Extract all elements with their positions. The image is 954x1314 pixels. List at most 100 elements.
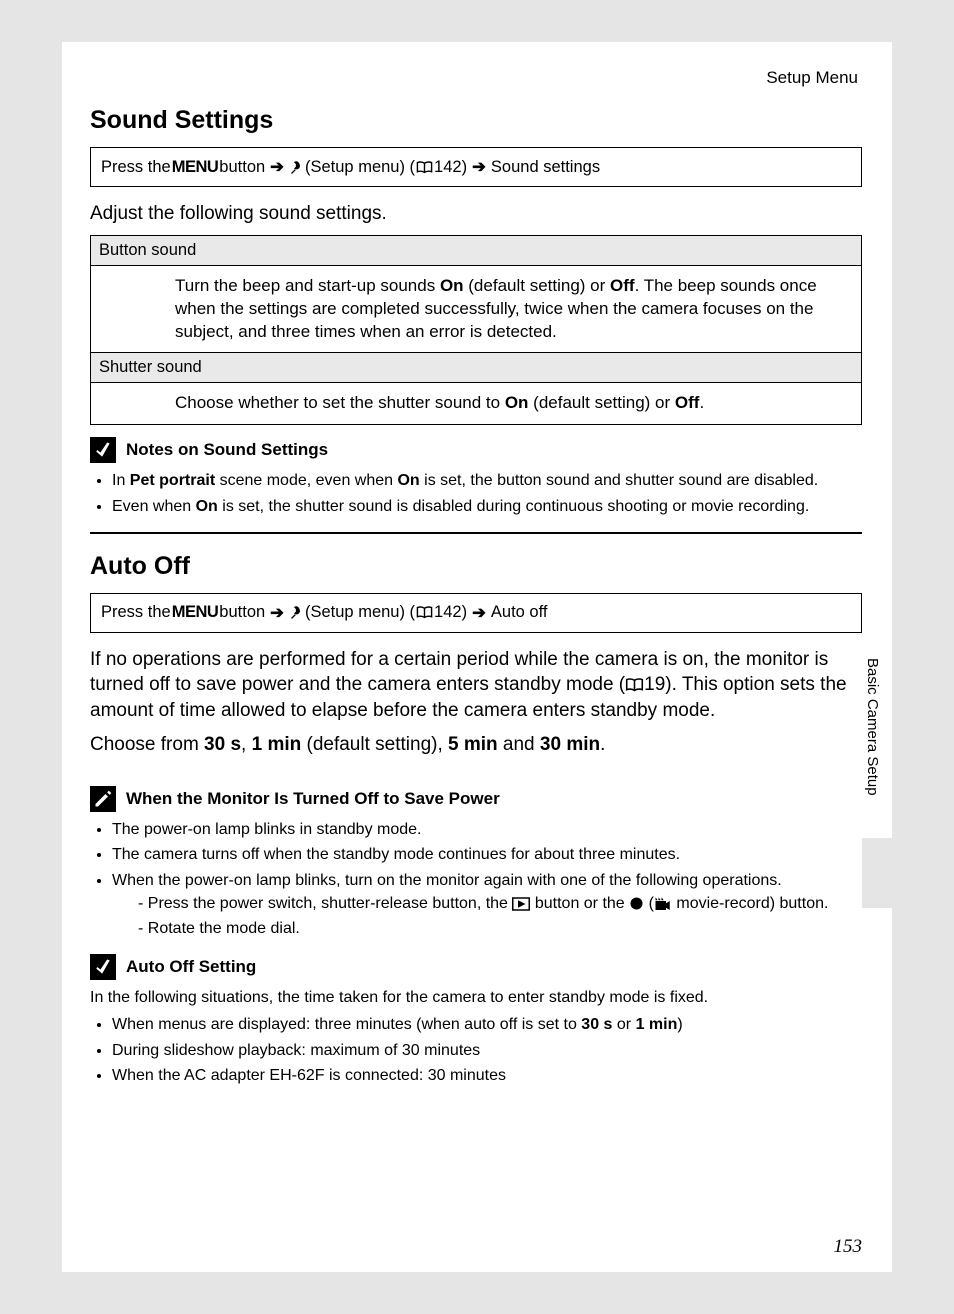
nav-text: Auto off (491, 603, 548, 622)
shutter-sound-header: Shutter sound (91, 353, 862, 383)
nav-text: Press the (101, 603, 171, 622)
text: and (498, 734, 540, 755)
page-content: Setup Menu Sound Settings Press the MENU… (62, 42, 892, 1272)
text: movie-record) button. (672, 895, 829, 912)
movie-record-icon (654, 896, 672, 912)
tip-header: When the Monitor Is Turned Off to Save P… (90, 786, 862, 812)
bold: 30 s (581, 1016, 612, 1033)
text: ( (644, 895, 654, 912)
caution-icon (90, 954, 116, 980)
setting-list: When menus are displayed: three minutes … (90, 1013, 862, 1087)
nav-text: 142) (434, 158, 467, 177)
nav-text: (Setup menu) ( (305, 158, 415, 177)
off-label: Off (675, 393, 700, 412)
text: . (600, 734, 605, 755)
text: (default setting) or (528, 393, 674, 412)
pencil-icon (90, 786, 116, 812)
sound-notes-list: In Pet portrait scene mode, even when On… (90, 469, 862, 517)
text: When the power-on lamp blinks, turn on t… (112, 872, 782, 889)
sound-nav-path: Press the MENU button ➔ (Setup menu) ( 1… (90, 147, 862, 187)
arrow-icon: ➔ (472, 157, 486, 177)
dash-item: - Press the power switch, shutter-releas… (138, 892, 862, 915)
side-tab-indicator (862, 838, 892, 908)
side-tab-label: Basic Camera Setup (864, 658, 881, 796)
text: - Press the power switch, shutter-releas… (138, 895, 512, 912)
text: Choose from (90, 734, 204, 755)
nav-text: button (219, 158, 265, 177)
text: Even when (112, 498, 196, 515)
text: (default setting) or (464, 276, 610, 295)
autooff-body: If no operations are performed for a cer… (90, 647, 862, 724)
on-label: On (505, 393, 529, 412)
bold: 1 min (636, 1016, 678, 1033)
bold: 30 min (540, 734, 600, 755)
menu-button-label: MENU (172, 158, 219, 177)
button-sound-header: Button sound (91, 235, 862, 265)
nav-text: Press the (101, 158, 171, 177)
notes-header: Notes on Sound Settings (90, 437, 862, 463)
sub-list: - Press the power switch, shutter-releas… (112, 892, 862, 940)
caution-icon (90, 437, 116, 463)
list-item: In Pet portrait scene mode, even when On… (112, 469, 862, 492)
wrench-icon (289, 604, 304, 621)
notes-title: Notes on Sound Settings (126, 440, 328, 460)
autooff-options: Choose from 30 s, 1 min (default setting… (90, 732, 862, 759)
bold: Pet portrait (130, 472, 215, 489)
off-label: Off (610, 276, 635, 295)
list-item: When the AC adapter EH-62F is connected:… (112, 1064, 862, 1087)
bold: On (196, 498, 218, 515)
playback-icon (512, 897, 530, 911)
tip-list: The power-on lamp blinks in standby mode… (90, 818, 862, 940)
bold: 5 min (448, 734, 498, 755)
section-divider (90, 532, 862, 534)
shutter-sound-desc: Choose whether to set the shutter sound … (91, 383, 862, 425)
text: When menus are displayed: three minutes … (112, 1016, 581, 1033)
list-item: Even when On is set, the shutter sound i… (112, 495, 862, 518)
nav-text: 142) (434, 603, 467, 622)
auto-off-heading: Auto Off (90, 552, 862, 581)
text: Turn the beep and start-up sounds (175, 276, 440, 295)
book-icon (625, 678, 644, 692)
text: is set, the shutter sound is disabled du… (218, 498, 809, 515)
book-icon (416, 606, 433, 619)
nav-text: (Setup menu) ( (305, 603, 415, 622)
bold: On (397, 472, 419, 489)
setting-header: Auto Off Setting (90, 954, 862, 980)
button-sound-desc: Turn the beep and start-up sounds On (de… (91, 265, 862, 353)
arrow-icon: ➔ (270, 603, 284, 623)
text: . (699, 393, 704, 412)
text: , (241, 734, 252, 755)
dash-item: - Rotate the mode dial. (138, 917, 862, 940)
autooff-nav-path: Press the MENU button ➔ (Setup menu) ( 1… (90, 593, 862, 633)
list-item: The camera turns off when the standby mo… (112, 843, 862, 866)
list-item: When menus are displayed: three minutes … (112, 1013, 862, 1036)
page-header: Setup Menu (90, 68, 862, 88)
wrench-icon (289, 159, 304, 176)
bold: 30 s (204, 734, 241, 755)
side-tab: Basic Camera Setup (862, 648, 892, 908)
bold: 1 min (252, 734, 302, 755)
menu-button-label: MENU (172, 603, 219, 622)
text: ) (677, 1016, 682, 1033)
setting-intro: In the following situations, the time ta… (90, 986, 862, 1009)
nav-text: Sound settings (491, 158, 600, 177)
arrow-icon: ➔ (472, 603, 486, 623)
text: is set, the button sound and shutter sou… (420, 472, 819, 489)
nav-text: button (219, 603, 265, 622)
sound-settings-table: Button sound Turn the beep and start-up … (90, 235, 862, 426)
text: or (612, 1016, 635, 1033)
book-icon (416, 161, 433, 174)
sound-settings-heading: Sound Settings (90, 106, 862, 135)
list-item: When the power-on lamp blinks, turn on t… (112, 869, 862, 941)
tip-title: When the Monitor Is Turned Off to Save P… (126, 789, 500, 809)
text: In (112, 472, 130, 489)
list-item: During slideshow playback: maximum of 30… (112, 1039, 862, 1062)
text: scene mode, even when (215, 472, 397, 489)
text: (default setting), (301, 734, 448, 755)
setting-title: Auto Off Setting (126, 957, 256, 977)
arrow-icon: ➔ (270, 157, 284, 177)
sound-intro: Adjust the following sound settings. (90, 201, 862, 227)
on-label: On (440, 276, 464, 295)
list-item: The power-on lamp blinks in standby mode… (112, 818, 862, 841)
text: button or the (530, 895, 629, 912)
